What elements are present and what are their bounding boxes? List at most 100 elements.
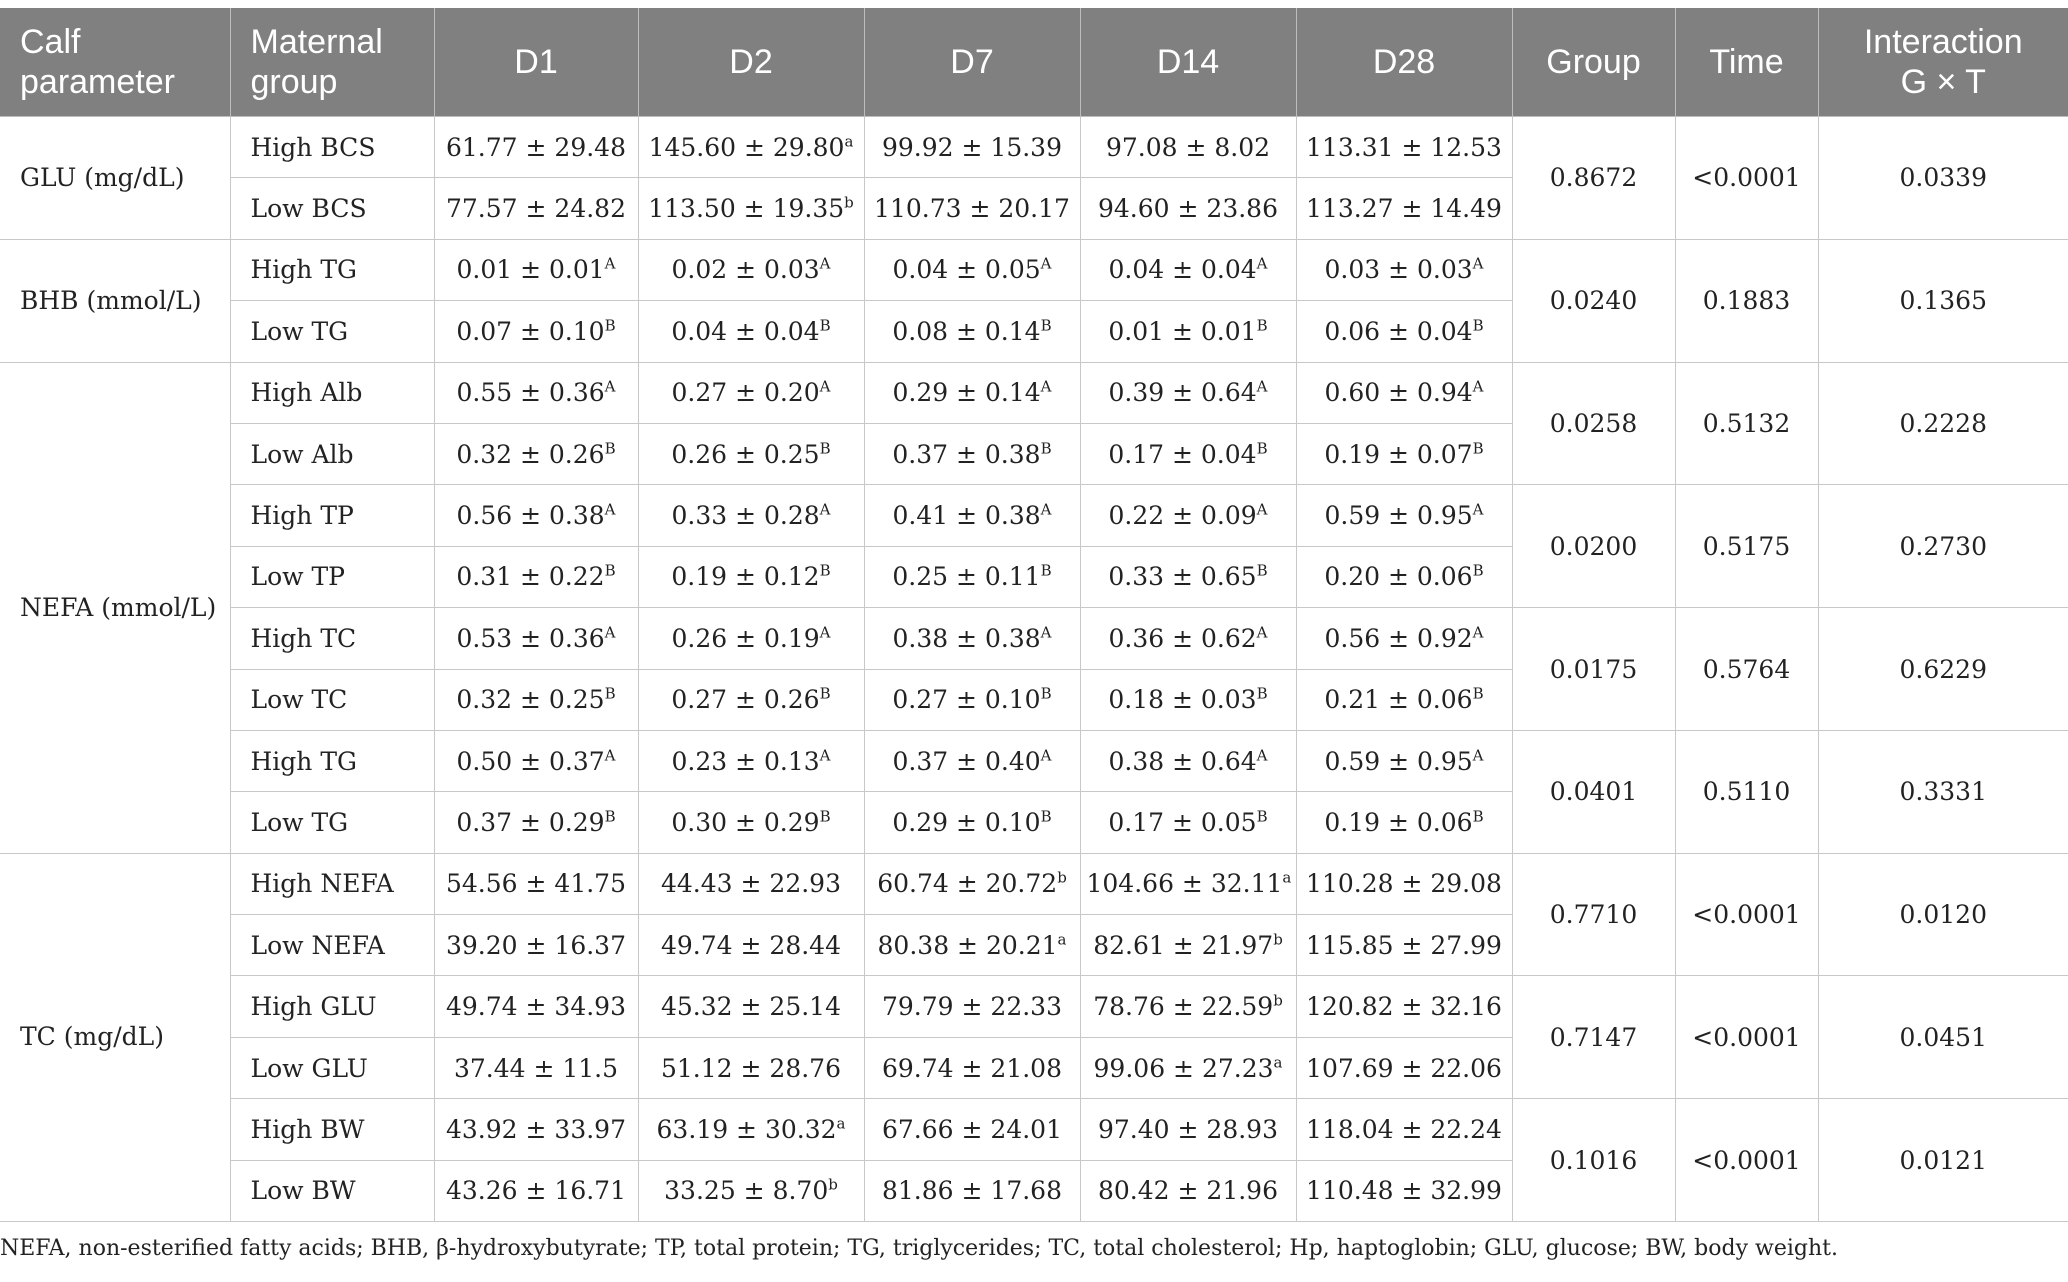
header-d1: D1: [434, 8, 639, 117]
significance-superscript: B: [819, 807, 831, 826]
mean-sd-value: 0.26 ± 0.25: [671, 439, 820, 469]
time-p-value: <0.0001: [1674, 975, 1819, 1100]
value-cell: 49.74 ± 34.93: [433, 975, 639, 1038]
value-cell: 0.55 ± 0.36A: [433, 361, 639, 424]
maternal-group-cell: Low BCS: [230, 177, 435, 240]
mean-sd-value: 0.04 ± 0.04: [671, 316, 820, 346]
value-cell: 0.07 ± 0.10B: [433, 300, 639, 363]
value-cell: 49.74 ± 28.44: [637, 914, 865, 977]
significance-superscript: B: [1256, 807, 1268, 826]
significance-superscript: B: [604, 807, 616, 826]
significance-superscript: A: [1472, 746, 1484, 765]
mean-sd-value: 0.39 ± 0.64: [1108, 378, 1257, 408]
header-time: Time: [1675, 8, 1819, 117]
value-cell: 0.37 ± 0.38B: [863, 422, 1081, 486]
value-cell: 120.82 ± 32.16: [1295, 975, 1513, 1038]
significance-superscript: a: [1057, 930, 1067, 949]
significance-superscript: A: [1040, 500, 1052, 519]
value-cell: 0.60 ± 0.94A: [1295, 361, 1513, 424]
table-container: Calf parameter Maternal group D1 D2 D7 D14…: [0, 8, 2068, 1223]
value-cell: 82.61 ± 21.97b: [1079, 914, 1297, 977]
value-cell: 0.02 ± 0.03A: [637, 238, 865, 302]
value-cell: 0.38 ± 0.38A: [863, 607, 1081, 670]
mean-sd-value: 44.43 ± 22.93: [661, 869, 841, 899]
value-cell: 0.26 ± 0.25B: [637, 422, 865, 486]
significance-superscript: A: [1472, 377, 1484, 396]
mean-sd-value: 97.40 ± 28.93: [1098, 1114, 1278, 1144]
table-row: High TP 0.56 ± 0.38A 0.33 ± 0.28A 0.41 ± 0.…: [0, 484, 2068, 609]
value-cell: 0.22 ± 0.09A: [1079, 484, 1297, 547]
significance-superscript: B: [1472, 562, 1484, 581]
significance-superscript: A: [819, 377, 831, 396]
value-cell: 0.32 ± 0.26B: [433, 422, 639, 486]
significance-superscript: B: [1472, 684, 1484, 703]
mean-sd-value: 0.53 ± 0.36: [456, 623, 605, 653]
mean-sd-value: 33.25 ± 8.70: [664, 1176, 829, 1206]
value-cell: 80.38 ± 20.21a: [863, 914, 1081, 977]
mean-sd-value: 94.60 ± 23.86: [1098, 194, 1278, 224]
value-cell: 0.17 ± 0.05B: [1079, 791, 1297, 854]
value-cell: 104.66 ± 32.11a: [1079, 852, 1297, 916]
significance-superscript: A: [604, 500, 616, 519]
group-p-value: 0.0175: [1511, 607, 1676, 731]
maternal-group-cell: High BCS: [229, 115, 435, 179]
significance-superscript: A: [1256, 500, 1268, 519]
maternal-group-cell: High TG: [229, 238, 435, 302]
significance-superscript: a: [1282, 869, 1292, 888]
significance-superscript: A: [1256, 377, 1268, 396]
value-cell: 81.86 ± 17.68: [863, 1159, 1081, 1223]
significance-superscript: B: [1040, 439, 1052, 458]
value-cell: 0.50 ± 0.37A: [433, 729, 639, 793]
mean-sd-value: 60.74 ± 20.72: [877, 869, 1058, 899]
mean-sd-value: 120.82 ± 32.16: [1306, 992, 1502, 1022]
mean-sd-value: 110.48 ± 32.99: [1306, 1176, 1502, 1206]
mean-sd-value: 0.06 ± 0.04: [1324, 316, 1473, 346]
value-cell: 0.39 ± 0.64A: [1079, 361, 1297, 424]
value-cell: 61.77 ± 29.48: [433, 115, 639, 179]
significance-superscript: B: [819, 684, 831, 703]
mean-sd-value: 0.50 ± 0.37: [456, 746, 605, 776]
maternal-group-cell: High TP: [230, 484, 435, 547]
mean-sd-value: 0.60 ± 0.94: [1324, 378, 1473, 408]
mean-sd-value: 0.22 ± 0.09: [1108, 501, 1257, 531]
significance-superscript: A: [819, 255, 831, 274]
significance-superscript: B: [819, 562, 831, 581]
mean-sd-value: 104.66 ± 32.11: [1086, 869, 1283, 899]
value-cell: 0.19 ± 0.06B: [1295, 791, 1512, 854]
value-cell: 0.56 ± 0.92A: [1295, 607, 1513, 670]
value-cell: 0.27 ± 0.26B: [637, 668, 865, 731]
table-row: BHB (mmol/L) High TG 0.01 ± 0.01A 0.02 ± 0.…: [0, 238, 2068, 363]
significance-superscript: A: [1040, 746, 1052, 765]
value-cell: 69.74 ± 21.08: [863, 1036, 1081, 1100]
mean-sd-value: 69.74 ± 21.08: [882, 1053, 1062, 1083]
value-cell: 113.27 ± 14.49: [1295, 177, 1512, 240]
significance-superscript: B: [604, 439, 616, 458]
significance-superscript: a: [836, 1114, 846, 1133]
mean-sd-value: 97.08 ± 8.02: [1105, 132, 1271, 162]
mean-sd-value: 0.29 ± 0.14: [892, 378, 1041, 408]
time-p-value: 0.5764: [1674, 607, 1819, 731]
significance-superscript: a: [844, 132, 854, 151]
value-cell: 99.06 ± 27.23a: [1079, 1036, 1297, 1100]
mean-sd-value: 43.92 ± 33.97: [446, 1114, 626, 1144]
interaction-p-value: 0.0120: [1817, 852, 2068, 977]
mean-sd-value: 0.04 ± 0.04: [1108, 255, 1257, 285]
value-cell: 51.12 ± 28.76: [637, 1036, 865, 1100]
header-d14: D14: [1080, 8, 1297, 117]
significance-superscript: B: [819, 439, 831, 458]
value-cell: 0.19 ± 0.07B: [1295, 422, 1512, 486]
mean-sd-value: 0.03 ± 0.03: [1324, 255, 1473, 285]
value-cell: 39.20 ± 16.37: [433, 914, 639, 977]
table-body: GLU (mg/dL) High BCS 61.77 ± 29.48 145.60 ±…: [0, 115, 2068, 1223]
value-cell: 67.66 ± 24.01: [863, 1098, 1081, 1161]
value-cell: 0.23 ± 0.13A: [637, 729, 865, 793]
interaction-p-value: 0.2228: [1817, 361, 2068, 486]
mean-sd-value: 51.12 ± 28.76: [661, 1053, 841, 1083]
mean-sd-value: 0.04 ± 0.05: [892, 255, 1041, 285]
mean-sd-value: 63.19 ± 30.32: [656, 1114, 837, 1144]
value-cell: 0.59 ± 0.95A: [1295, 484, 1513, 547]
mean-sd-value: 0.31 ± 0.22: [456, 562, 605, 592]
mean-sd-value: 39.20 ± 16.37: [446, 930, 626, 960]
maternal-group-cell: High Alb: [229, 361, 435, 424]
mean-sd-value: 113.31 ± 12.53: [1306, 132, 1502, 162]
